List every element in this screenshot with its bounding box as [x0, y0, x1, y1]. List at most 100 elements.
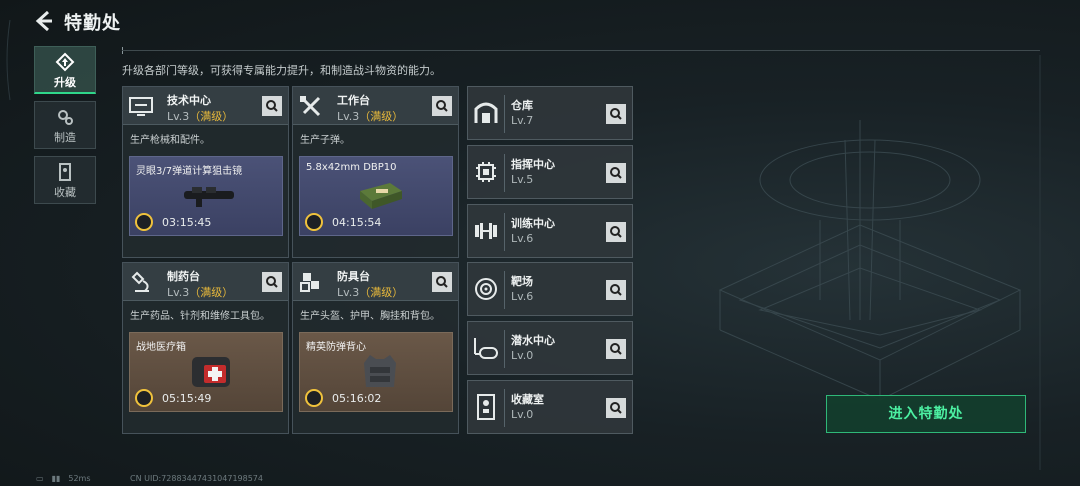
- timer-icon: [305, 213, 323, 231]
- page-title: 特勤处: [64, 13, 121, 34]
- facility-card-workbench[interactable]: 工作台 Lv.3（满级） 生产子弹。 5.8x42mm DBP10 04:15:…: [292, 86, 459, 258]
- tab-upgrade-label: 升级: [54, 76, 76, 89]
- room-divider: [504, 389, 505, 427]
- tab-collection[interactable]: 收藏: [34, 156, 96, 204]
- crafting-slot[interactable]: 战地医疗箱 05:15:49: [129, 332, 283, 412]
- facility-name: 防具台: [337, 270, 370, 283]
- ping-value: 52ms: [68, 474, 91, 483]
- level-value: Lv.3: [337, 286, 360, 299]
- room-level: Lv.0: [511, 349, 534, 362]
- timer-icon: [135, 389, 153, 407]
- room-name: 仓库: [511, 99, 533, 112]
- max-level-tag: （满级）: [359, 286, 404, 299]
- room-name: 靶场: [511, 275, 533, 288]
- diving-mask-icon: [474, 338, 498, 359]
- level-value: Lv.3: [167, 110, 190, 123]
- facility-level: Lv.3（满级）: [167, 284, 233, 300]
- room-divider: [504, 154, 505, 192]
- search-icon[interactable]: [606, 222, 626, 242]
- crafting-item-name: 精英防弹背心: [306, 342, 366, 353]
- crafting-item-name: 战地医疗箱: [136, 342, 186, 353]
- enter-button[interactable]: 进入特勤处: [826, 395, 1026, 433]
- crafting-time: 04:15:54: [332, 216, 382, 229]
- facility-card-armor-bench[interactable]: 防具台 Lv.3（满级） 生产头盔、护甲、胸挂和背包。 精英防弹背心 05:16…: [292, 262, 459, 434]
- room-diving-center[interactable]: 潜水中心 Lv.0: [467, 321, 633, 375]
- page-description: 升级各部门等级，可获得专属能力提升，和制造战斗物资的能力。: [122, 64, 441, 77]
- max-level-tag: （满级）: [189, 110, 234, 123]
- facility-name: 技术中心: [167, 94, 211, 107]
- battery-icon: ▭: [36, 474, 44, 483]
- search-icon[interactable]: [262, 272, 282, 292]
- vest-image: [364, 355, 396, 387]
- facility-description: 生产子弹。: [300, 135, 350, 146]
- tab-craft[interactable]: 制造: [34, 101, 96, 149]
- tab-craft-label: 制造: [54, 131, 76, 144]
- collection-icon: [59, 163, 71, 181]
- upgrade-icon: [55, 52, 75, 72]
- armor-icon: [300, 273, 319, 292]
- search-icon[interactable]: [606, 339, 626, 359]
- search-icon[interactable]: [606, 398, 626, 418]
- card-header: 制药台 Lv.3（满级）: [123, 263, 288, 301]
- crafting-time: 05:16:02: [332, 392, 382, 405]
- room-level: Lv.0: [511, 408, 534, 421]
- facility-level: Lv.3（满级）: [337, 108, 403, 124]
- max-level-tag: （满级）: [359, 110, 404, 123]
- room-training-center[interactable]: 训练中心 Lv.6: [467, 204, 633, 258]
- timer-icon: [135, 213, 153, 231]
- level-value: Lv.3: [337, 110, 360, 123]
- max-level-tag: （满级）: [189, 286, 234, 299]
- status-bar: ▭ ▮▮ 52ms: [36, 474, 99, 483]
- level-value: Lv.3: [167, 286, 190, 299]
- tab-collection-label: 收藏: [54, 186, 76, 199]
- search-icon[interactable]: [606, 104, 626, 124]
- microscope-icon: [131, 271, 149, 292]
- facility-level: Lv.3（满级）: [337, 284, 403, 300]
- crafting-slot[interactable]: 5.8x42mm DBP10 04:15:54: [299, 156, 453, 236]
- facility-name: 工作台: [337, 94, 370, 107]
- facility-card-pharmacy[interactable]: 制药台 Lv.3（满级） 生产药品、针剂和维修工具包。 战地医疗箱 05:15:…: [122, 262, 289, 434]
- computer-icon: [129, 97, 153, 116]
- gears-icon: [58, 110, 73, 125]
- crafting-item-name: 灵眼3/7弹道计算狙击镜: [136, 166, 243, 177]
- crafting-item-name: 5.8x42mm DBP10: [306, 162, 397, 173]
- top-bar: 特勤处: [0, 0, 1080, 44]
- facility-description: 生产头盔、护甲、胸挂和背包。: [300, 311, 440, 322]
- ammo-box-image: [360, 183, 402, 209]
- medkit-image: [192, 357, 230, 387]
- search-icon[interactable]: [262, 96, 282, 116]
- room-name: 指挥中心: [511, 158, 555, 171]
- search-icon[interactable]: [606, 280, 626, 300]
- room-command-center[interactable]: 指挥中心 Lv.5: [467, 145, 633, 199]
- room-name: 潜水中心: [511, 334, 555, 347]
- dumbbell-icon: [475, 223, 497, 239]
- room-level: Lv.6: [511, 232, 534, 245]
- scope-item-image: [184, 187, 234, 207]
- room-divider: [504, 95, 505, 133]
- tools-icon: [300, 96, 321, 117]
- user-uid: CN UID:7288344743104719857​4: [130, 474, 263, 483]
- card-header: 技术中心 Lv.3（满级）: [123, 87, 288, 125]
- card-header: 工作台 Lv.3（满级）: [293, 87, 458, 125]
- room-shooting-range[interactable]: 靶场 Lv.6: [467, 262, 633, 316]
- room-divider: [504, 271, 505, 309]
- room-level: Lv.5: [511, 173, 534, 186]
- search-icon[interactable]: [432, 272, 452, 292]
- target-icon: [475, 278, 497, 300]
- facility-name: 制药台: [167, 270, 200, 283]
- crafting-slot[interactable]: 灵眼3/7弹道计算狙击镜 03:15:45: [129, 156, 283, 236]
- search-icon[interactable]: [606, 163, 626, 183]
- facility-card-tech-center[interactable]: 技术中心 Lv.3（满级） 生产枪械和配件。 灵眼3/7弹道计算狙击镜 03:1…: [122, 86, 289, 258]
- tab-upgrade[interactable]: 升级: [34, 46, 96, 94]
- search-icon[interactable]: [432, 96, 452, 116]
- crafting-time: 03:15:45: [162, 216, 212, 229]
- room-warehouse[interactable]: 仓库 Lv.7: [467, 86, 633, 140]
- crafting-slot[interactable]: 精英防弹背心 05:16:02: [299, 332, 453, 412]
- room-name: 收藏室: [511, 393, 544, 406]
- room-collection-room[interactable]: 收藏室 Lv.0: [467, 380, 633, 434]
- room-level: Lv.6: [511, 290, 534, 303]
- signal-icon: ▮▮: [51, 474, 61, 483]
- facility-description: 生产药品、针剂和维修工具包。: [130, 311, 270, 322]
- back-arrow-icon[interactable]: [32, 9, 56, 33]
- warehouse-icon: [474, 102, 498, 123]
